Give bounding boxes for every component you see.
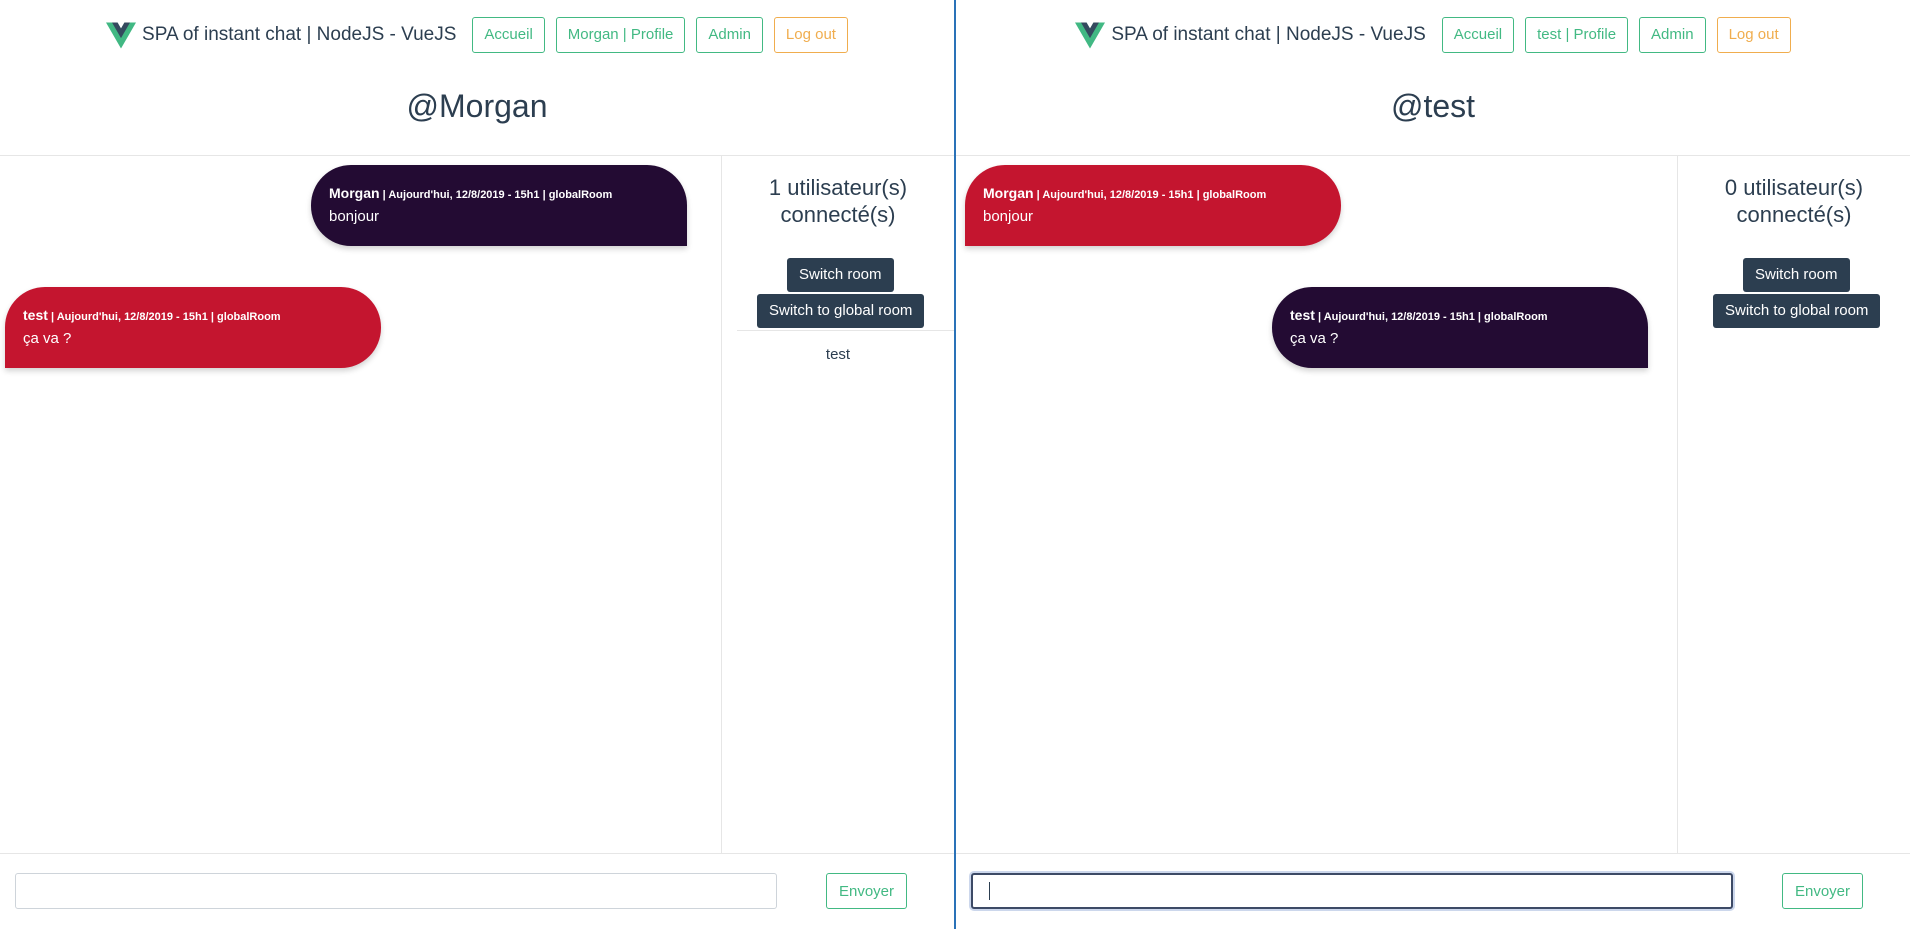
divider-bottom	[0, 853, 954, 854]
left-browser-pane: SPA of instant chat | NodeJS - VueJS Acc…	[0, 0, 954, 929]
switch-room-button[interactable]: Switch room	[1743, 258, 1850, 292]
navbar: SPA of instant chat | NodeJS - VueJS Acc…	[0, 16, 954, 54]
message-text: ça va ?	[23, 330, 72, 347]
message-meta: | Aujourd'hui, 12/8/2019 - 15h1 | global…	[1033, 189, 1267, 201]
users-count-line2: connecté(s)	[780, 202, 896, 227]
users-divider	[737, 330, 954, 331]
brand[interactable]: SPA of instant chat | NodeJS - VueJS	[106, 22, 456, 49]
navbar: SPA of instant chat | NodeJS - VueJS Acc…	[956, 16, 1910, 54]
users-count-line1: 0 utilisateur(s)	[1724, 175, 1864, 200]
vue-logo-icon	[106, 22, 137, 48]
message-bubble-other: test | Aujourd'hui, 12/8/2019 - 15h1 | g…	[5, 287, 381, 368]
connected-users-panel: 1 utilisateur(s) connecté(s) Switch room…	[722, 156, 954, 853]
users-count-line1: 1 utilisateur(s)	[768, 175, 908, 200]
message-author: test	[1290, 307, 1315, 323]
user-handle: @test	[1390, 88, 1476, 124]
message-bubble-other: Morgan | Aujourd'hui, 12/8/2019 - 15h1 |…	[965, 165, 1341, 246]
divider-bottom	[956, 853, 1910, 854]
profile-button[interactable]: test | Profile	[1525, 17, 1629, 53]
message-bubble-own: Morgan | Aujourd'hui, 12/8/2019 - 15h1 |…	[311, 165, 687, 246]
message-text: bonjour	[983, 208, 1034, 225]
connected-users-panel: 0 utilisateur(s) connecté(s) Switch room…	[1678, 156, 1910, 853]
profile-button[interactable]: Morgan | Profile	[555, 17, 686, 53]
message-input[interactable]	[971, 873, 1733, 909]
message-author: Morgan	[983, 185, 1034, 201]
message-author: Morgan	[329, 185, 380, 201]
logout-button[interactable]: Log out	[773, 17, 848, 53]
vue-logo-icon	[1075, 22, 1106, 48]
message-meta: | Aujourd'hui, 12/8/2019 - 15h1 | global…	[47, 311, 281, 323]
admin-button[interactable]: Admin	[1639, 17, 1706, 53]
text-caret	[989, 882, 990, 900]
users-count: 0 utilisateur(s) connecté(s)	[1678, 174, 1910, 228]
switch-global-room-button[interactable]: Switch to global room	[1713, 294, 1881, 328]
send-button[interactable]: Envoyer	[1782, 873, 1863, 909]
user-list-item[interactable]: test	[722, 346, 954, 363]
chat-messages: Morgan | Aujourd'hui, 12/8/2019 - 15h1 |…	[956, 156, 1678, 853]
message-text: ça va ?	[1290, 330, 1339, 347]
users-count-line2: connecté(s)	[1736, 202, 1852, 227]
admin-button[interactable]: Admin	[696, 17, 763, 53]
right-browser-pane: SPA of instant chat | NodeJS - VueJS Acc…	[956, 0, 1910, 929]
brand-title: SPA of instant chat | NodeJS - VueJS	[1111, 24, 1426, 45]
users-count: 1 utilisateur(s) connecté(s)	[722, 174, 954, 228]
brand-title: SPA of instant chat | NodeJS - VueJS	[142, 24, 457, 45]
switch-room-button[interactable]: Switch room	[787, 258, 894, 292]
switch-global-room-button[interactable]: Switch to global room	[757, 294, 925, 328]
send-button[interactable]: Envoyer	[826, 873, 907, 909]
message-bubble-own: test | Aujourd'hui, 12/8/2019 - 15h1 | g…	[1272, 287, 1648, 368]
message-meta: | Aujourd'hui, 12/8/2019 - 15h1 | global…	[1314, 311, 1548, 323]
message-author: test	[23, 307, 48, 323]
message-meta: | Aujourd'hui, 12/8/2019 - 15h1 | global…	[379, 189, 613, 201]
message-input[interactable]	[15, 873, 777, 909]
user-handle: @Morgan	[406, 88, 548, 124]
home-button[interactable]: Accueil	[1441, 17, 1515, 53]
home-button[interactable]: Accueil	[472, 17, 545, 53]
message-text: bonjour	[329, 208, 380, 225]
logout-button[interactable]: Log out	[1716, 17, 1791, 53]
chat-messages: Morgan | Aujourd'hui, 12/8/2019 - 15h1 |…	[0, 156, 722, 853]
screen: SPA of instant chat | NodeJS - VueJS Acc…	[0, 0, 1916, 929]
brand[interactable]: SPA of instant chat | NodeJS - VueJS	[1075, 22, 1426, 49]
